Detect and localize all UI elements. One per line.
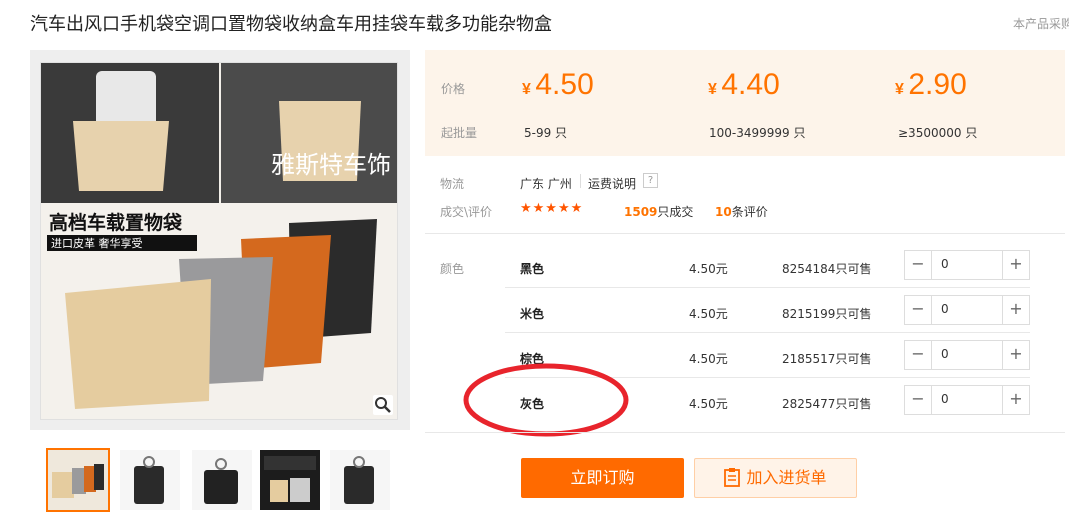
watermark-text: 雅斯特车饰 xyxy=(271,151,391,179)
quantity-input[interactable]: 0 xyxy=(941,302,949,316)
thumbnail-1[interactable] xyxy=(46,448,110,512)
increment-button[interactable]: + xyxy=(1002,386,1029,414)
currency-symbol: ¥ xyxy=(895,81,904,98)
add-to-purchase-list-label: 加入进货单 xyxy=(746,468,827,487)
increment-button[interactable]: + xyxy=(1002,296,1029,324)
product-gallery: 雅斯特车饰 高档车载置物袋 进口皮革 奢华享受 xyxy=(30,50,410,430)
rating-stars: ★★★★★ xyxy=(520,201,584,216)
quantity-stepper: − 0 + xyxy=(904,250,1030,280)
sku-name: 米色 xyxy=(520,307,545,321)
price-value: 4.40 xyxy=(721,68,780,101)
moq-label: 起批量 xyxy=(441,126,478,140)
shipping-info-link[interactable]: 运费说明 xyxy=(588,175,636,192)
annotation-circle xyxy=(463,363,629,437)
currency-symbol: ¥ xyxy=(708,81,717,98)
product-title: 汽车出风口手机袋空调口置物袋收纳盒车用挂袋车载多功能杂物盒 xyxy=(30,14,552,35)
sku-stock: 2825477只可售 xyxy=(782,397,872,411)
sku-stock: 8215199只可售 xyxy=(782,307,872,321)
row-divider xyxy=(505,332,1030,333)
decrement-button[interactable]: − xyxy=(905,341,932,369)
thumbnail-2[interactable] xyxy=(120,450,180,510)
decrement-button[interactable]: − xyxy=(905,251,932,279)
thumbnail-4[interactable] xyxy=(260,450,320,510)
quantity-input[interactable]: 0 xyxy=(941,347,949,361)
sku-price: 4.50元 xyxy=(689,262,728,276)
divider xyxy=(580,174,581,188)
section-divider xyxy=(425,233,1065,234)
reviews-label: 成交\评价 xyxy=(440,205,493,219)
review-count: 10 xyxy=(715,205,732,219)
row-divider xyxy=(505,287,1030,288)
zoom-icon[interactable] xyxy=(373,395,393,415)
sku-row-beige: 米色 4.50元 8215199只可售 − 0 + xyxy=(505,291,1030,335)
sku-stock: 8254184只可售 xyxy=(782,262,872,276)
sku-row-black: 黑色 4.50元 8254184只可售 − 0 + xyxy=(505,246,1030,290)
increment-button[interactable]: + xyxy=(1002,251,1029,279)
moq-tier-1: 5-99 只 xyxy=(524,126,568,140)
shipping-origin: 广东 广州 xyxy=(520,177,572,191)
sku-price: 4.50元 xyxy=(689,352,728,366)
banner-subtitle: 进口皮革 奢华享受 xyxy=(51,236,143,250)
quantity-input[interactable]: 0 xyxy=(941,257,949,271)
sku-stock: 2185517只可售 xyxy=(782,352,872,366)
review-suffix: 条评价 xyxy=(731,205,768,219)
currency-symbol: ¥ xyxy=(522,81,531,98)
moq-tier-2: 100-3499999 只 xyxy=(709,126,806,140)
thumbnail-5[interactable] xyxy=(330,450,390,510)
sold-stat[interactable]: 1509只成交 xyxy=(624,203,693,220)
add-to-purchase-list-button[interactable]: 加入进货单 xyxy=(694,458,857,498)
price-value: 2.90 xyxy=(908,68,967,101)
side-note: 本产品采购 xyxy=(1013,17,1069,31)
color-label: 颜色 xyxy=(440,262,465,276)
price-panel: 价格 起批量 ¥ 4.50 ¥ 4.40 ¥ 2.90 5-99 只 100-3… xyxy=(425,50,1065,156)
sku-name: 黑色 xyxy=(520,262,545,276)
decrement-button[interactable]: − xyxy=(905,296,932,324)
price-label: 价格 xyxy=(441,82,466,96)
sold-count: 1509 xyxy=(624,205,658,219)
quantity-stepper: − 0 + xyxy=(904,340,1030,370)
main-product-image[interactable]: 雅斯特车饰 高档车载置物袋 进口皮革 奢华享受 xyxy=(40,62,398,420)
order-now-button[interactable]: 立即订购 xyxy=(521,458,684,498)
help-icon[interactable]: ? xyxy=(643,173,658,188)
logistics-label: 物流 xyxy=(440,177,465,191)
thumbnail-3[interactable] xyxy=(192,450,252,510)
sku-price: 4.50元 xyxy=(689,397,728,411)
increment-button[interactable]: + xyxy=(1002,341,1029,369)
price-value: 4.50 xyxy=(535,68,594,101)
quantity-stepper: − 0 + xyxy=(904,385,1030,415)
decrement-button[interactable]: − xyxy=(905,386,932,414)
sold-suffix: 只成交 xyxy=(657,205,694,219)
section-divider xyxy=(425,432,1065,433)
moq-tier-3: ≥3500000 只 xyxy=(898,126,978,140)
price-tier-1: ¥ 4.50 xyxy=(522,68,594,102)
quantity-input[interactable]: 0 xyxy=(941,392,949,406)
review-stat[interactable]: 10条评价 xyxy=(715,203,768,220)
clipboard-icon xyxy=(724,468,741,487)
sku-price: 4.50元 xyxy=(689,307,728,321)
product-photo: 雅斯特车饰 高档车载置物袋 进口皮革 奢华享受 xyxy=(41,63,397,419)
quantity-stepper: − 0 + xyxy=(904,295,1030,325)
price-tier-2: ¥ 4.40 xyxy=(708,68,780,102)
price-tier-3: ¥ 2.90 xyxy=(895,68,967,102)
banner-title: 高档车载置物袋 xyxy=(49,211,183,234)
